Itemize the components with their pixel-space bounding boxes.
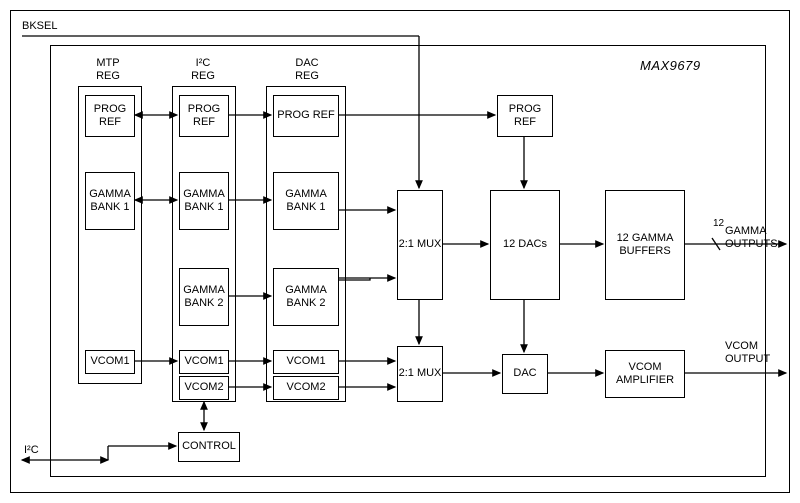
mtp-vcom1: VCOM1 [85, 350, 135, 374]
mtp-prog-ref-label: PROG REF [86, 103, 134, 129]
dac-vcom1: VCOM1 [273, 350, 339, 374]
chip-name-label: MAX9679 [640, 58, 701, 74]
mtp-prog-ref: PROG REF [85, 95, 135, 137]
mux-gamma: 2:1 MUX [397, 190, 443, 300]
mux-gamma-label: 2:1 MUX [399, 238, 442, 251]
dac-gamma-bank2: GAMMA BANK 2 [273, 268, 339, 326]
bksel-label: BKSEL [22, 20, 57, 33]
mtp-gamma-bank1: GAMMA BANK 1 [85, 172, 135, 230]
top-prog-ref-label: PROG REF [498, 103, 552, 129]
mux-vcom: 2:1 MUX [397, 346, 443, 402]
dac-vcom2: VCOM2 [273, 376, 339, 400]
i2c-vcom1: VCOM1 [179, 350, 229, 374]
dac-gamma-bank1: GAMMA BANK 1 [273, 172, 339, 230]
mtp-reg-header: MTP REG [88, 57, 128, 83]
gamma-buffers-label: 12 GAMMA BUFFERS [606, 232, 684, 258]
dacs-12-label: 12 DACs [503, 238, 547, 251]
i2c-gamma-bank2: GAMMA BANK 2 [179, 268, 229, 326]
mtp-gamma-bank1-label: GAMMA BANK 1 [86, 188, 134, 214]
i2c-vcom2-label: VCOM2 [184, 381, 223, 394]
control-label: CONTROL [182, 440, 236, 453]
i2c-vcom1-label: VCOM1 [184, 355, 223, 368]
vcom-amplifier-label: VCOM AMPLIFIER [606, 361, 684, 387]
dac-single-label: DAC [513, 367, 536, 380]
dac-single: DAC [502, 354, 548, 394]
i2c-reg-header: I²C REG [183, 57, 223, 83]
i2c-gamma-bank1-label: GAMMA BANK 1 [180, 188, 228, 214]
i2c-prog-ref: PROG REF [179, 95, 229, 137]
dac-vcom1-label: VCOM1 [286, 355, 325, 368]
control: CONTROL [178, 432, 240, 462]
dacs-12: 12 DACs [490, 190, 560, 300]
gamma-outputs-label: GAMMA OUTPUTS [725, 225, 778, 251]
dac-gamma-bank1-label: GAMMA BANK 1 [274, 188, 338, 214]
mtp-vcom1-label: VCOM1 [90, 355, 129, 368]
mux-vcom-label: 2:1 MUX [399, 367, 442, 380]
vcom-output-label: VCOM OUTPUT [725, 340, 770, 366]
dac-vcom2-label: VCOM2 [286, 381, 325, 394]
i2c-label: I²C [24, 444, 39, 457]
dac-prog-ref: PROG REF [273, 95, 339, 137]
i2c-gamma-bank1: GAMMA BANK 1 [179, 172, 229, 230]
i2c-vcom2: VCOM2 [179, 376, 229, 400]
i2c-gamma-bank2-label: GAMMA BANK 2 [180, 284, 228, 310]
dac-prog-ref-label: PROG REF [277, 109, 334, 122]
vcom-amplifier: VCOM AMPLIFIER [605, 350, 685, 398]
dac-reg-header: DAC REG [277, 57, 337, 83]
dac-gamma-bank2-label: GAMMA BANK 2 [274, 284, 338, 310]
i2c-prog-ref-label: PROG REF [180, 103, 228, 129]
top-prog-ref: PROG REF [497, 95, 553, 137]
gamma-buffers: 12 GAMMA BUFFERS [605, 190, 685, 300]
gamma-count-label: 12 [713, 218, 724, 230]
